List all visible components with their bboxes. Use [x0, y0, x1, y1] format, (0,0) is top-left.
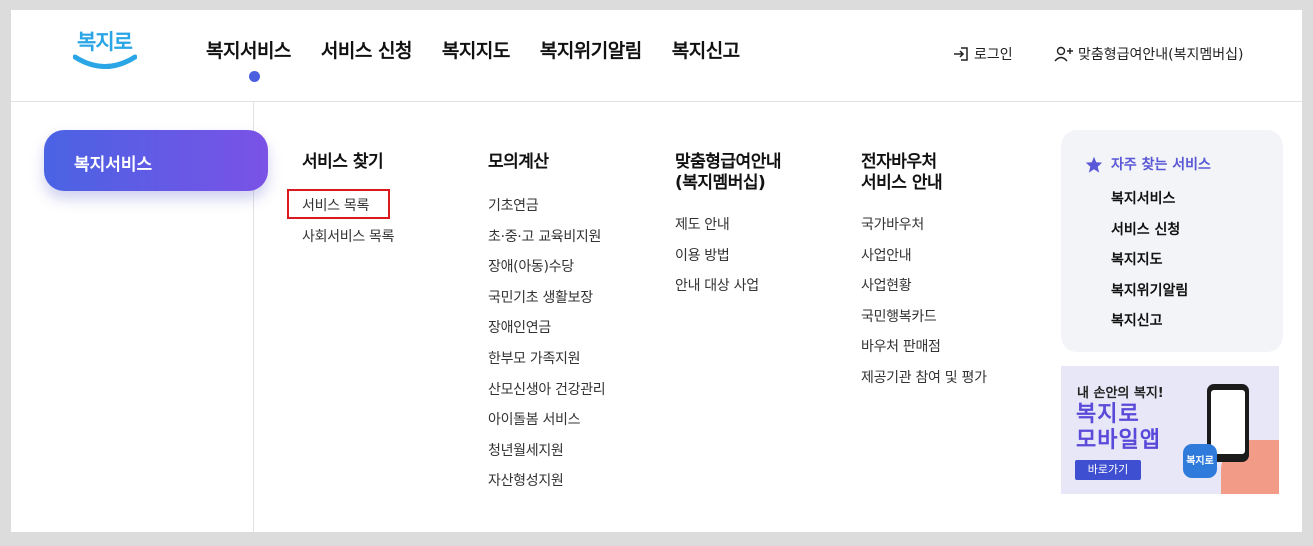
membership-label: 맞춤형급여안내(복지멤버십) — [1078, 47, 1244, 63]
list-item[interactable]: 한부모 가족지원 — [488, 348, 605, 379]
column-title: 서비스 찾기 — [302, 152, 384, 172]
site-header: 복지로 복지서비스 서비스 신청 복지지도 복지위기알림 복지신고 로그인 맞춤… — [11, 10, 1302, 102]
list-item[interactable]: 제도 안내 — [675, 214, 781, 245]
list-item[interactable]: 초·중·고 교육비지원 — [488, 226, 605, 257]
user-add-icon — [1054, 46, 1073, 62]
column-title: 전자바우처 서비스 안내 — [861, 152, 943, 193]
sidebar-item-welfare-service[interactable]: 복지서비스 — [44, 130, 268, 191]
list-item[interactable]: 국가바우처 — [861, 214, 987, 245]
list-item[interactable]: 이용 방법 — [675, 245, 781, 276]
nav-crisis-alert[interactable]: 복지위기알림 — [540, 36, 642, 63]
mobile-app-banner[interactable]: 내 손안의 복지! 복지로 모바일앱 바로가기 복지로 — [1061, 366, 1279, 494]
column-title: 맞춤형급여안내 (복지멤버십) — [675, 152, 781, 193]
list-item[interactable]: 사업안내 — [861, 245, 987, 276]
logo-smile-icon — [73, 54, 137, 69]
list-item[interactable]: 장애인연금 — [488, 317, 605, 348]
favorites-title: 자주 찾는 서비스 — [1085, 154, 1211, 174]
list-item[interactable]: 사업현황 — [861, 275, 987, 306]
list-item[interactable]: 기초연금 — [488, 195, 605, 226]
banner-tagline: 내 손안의 복지! — [1077, 386, 1164, 401]
favorites-panel: 자주 찾는 서비스 복지서비스 서비스 신청 복지지도 복지위기알림 복지신고 — [1061, 130, 1283, 352]
banner-headline: 복지로 모바일앱 — [1076, 402, 1161, 453]
favorite-item[interactable]: 복지지도 — [1111, 249, 1188, 280]
logo[interactable]: 복지로 — [73, 24, 137, 76]
list-item[interactable]: 청년월세지원 — [488, 440, 605, 471]
favorite-item[interactable]: 복지신고 — [1111, 310, 1188, 341]
app-icon: 복지로 — [1183, 444, 1217, 478]
page-frame: 복지로 복지서비스 서비스 신청 복지지도 복지위기알림 복지신고 로그인 맞춤… — [11, 10, 1302, 532]
list-item[interactable]: 산모신생아 건강관리 — [488, 379, 606, 410]
star-icon — [1085, 156, 1103, 173]
phone-screen — [1211, 390, 1245, 454]
list-item[interactable]: 장애(아동)수당 — [488, 256, 605, 287]
list-item[interactable]: 국민행복카드 — [861, 306, 987, 337]
login-label: 로그인 — [974, 47, 1013, 63]
menu-column-membership: 맞춤형급여안내 (복지멤버십) 제도 안내 이용 방법 안내 대상 사업 — [675, 152, 781, 306]
nav-welfare-map[interactable]: 복지지도 — [442, 36, 510, 63]
nav-welfare-report[interactable]: 복지신고 — [672, 36, 740, 63]
menu-column-voucher: 전자바우처 서비스 안내 국가바우처 사업안내 사업현황 국민행복카드 바우처 … — [861, 152, 987, 398]
logo-text: 복지로 — [77, 30, 133, 54]
list-item[interactable]: 아이돌봄 서비스 — [488, 409, 605, 440]
highlight-box — [287, 189, 390, 219]
active-nav-indicator — [249, 71, 260, 82]
login-link[interactable]: 로그인 — [952, 44, 1013, 64]
favorite-item[interactable]: 복지위기알림 — [1111, 280, 1188, 311]
favorite-item[interactable]: 서비스 신청 — [1111, 219, 1188, 250]
membership-link[interactable]: 맞춤형급여안내(복지멤버십) — [1054, 44, 1243, 64]
list-item[interactable]: 국민기초 생활보장 — [488, 287, 605, 318]
list-item[interactable]: 제공기관 참여 및 평가 — [861, 367, 987, 398]
list-item[interactable]: 안내 대상 사업 — [675, 275, 781, 306]
menu-item-social-service-list[interactable]: 사회서비스 목록 — [302, 226, 395, 257]
list-item[interactable]: 바우처 판매점 — [861, 336, 987, 367]
column-title: 모의계산 — [488, 152, 549, 172]
nav-service-apply[interactable]: 서비스 신청 — [321, 36, 413, 63]
main-nav: 복지서비스 서비스 신청 복지지도 복지위기알림 복지신고 — [206, 36, 770, 63]
menu-column-simulation: 모의계산 기초연금 초·중·고 교육비지원 장애(아동)수당 국민기초 생활보장… — [488, 152, 606, 501]
login-icon — [954, 47, 968, 61]
banner-go-button[interactable]: 바로가기 — [1075, 460, 1141, 480]
list-item[interactable]: 자산형성지원 — [488, 470, 605, 501]
favorite-item[interactable]: 복지서비스 — [1111, 188, 1188, 219]
nav-welfare-service[interactable]: 복지서비스 — [206, 36, 291, 63]
favorites-title-label: 자주 찾는 서비스 — [1111, 157, 1211, 173]
